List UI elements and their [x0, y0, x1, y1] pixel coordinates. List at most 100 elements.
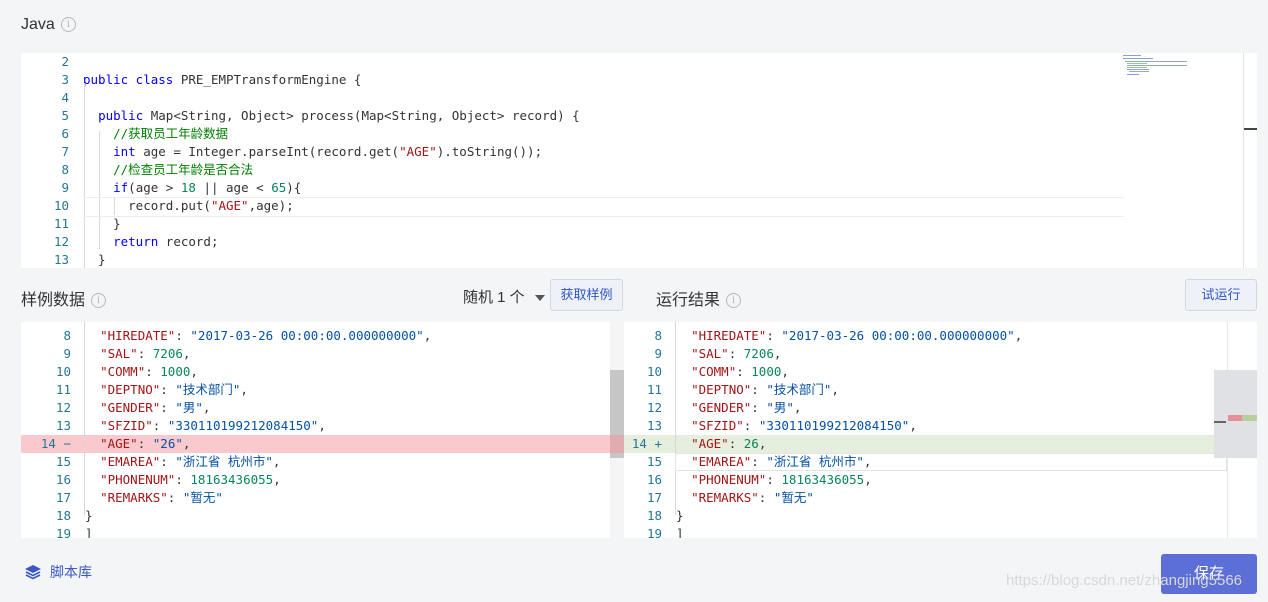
code-text: "HIREDATE": "2017-03-26 00:00:00.0000000… — [100, 328, 432, 343]
layers-icon — [24, 563, 42, 584]
code-text: "DEPTNO": "技术部门", — [691, 382, 839, 397]
diff-overview-added — [1242, 415, 1257, 421]
code-line: 7 int age = Integer.parseInt(record.get(… — [21, 143, 1257, 161]
code-editor[interactable]: 2 3 public class PRE_EMPTransformEngine {4… — [21, 53, 1257, 268]
line-number: 9 — [654, 346, 662, 361]
code-line: 13 "SFZID": "330110199212084150", — [21, 417, 624, 435]
indent-guide — [675, 322, 676, 515]
code-text: } — [83, 216, 121, 231]
editor-scrollbar[interactable] — [1243, 53, 1244, 268]
code-line: 13 } — [21, 251, 1257, 268]
code-text: "GENDER": "男", — [691, 400, 802, 415]
code-text: "AGE": 26, — [691, 436, 767, 451]
code-line: 9 "SAL": 7206, — [21, 345, 624, 363]
chevron-down-icon — [534, 295, 545, 302]
line-number: 17 — [646, 490, 662, 505]
result-editor[interactable]: 8 "HIREDATE": "2017-03-26 00:00:00.00000… — [624, 322, 1257, 538]
line-number: 3 — [61, 72, 69, 87]
code-text: public class PRE_EMPTransformEngine { — [83, 72, 362, 87]
current-line-box — [675, 453, 1227, 471]
line-number: 15 — [646, 454, 662, 469]
diff-overview[interactable] — [1214, 370, 1257, 458]
code-text: //获取员工年龄数据 — [113, 126, 229, 141]
code-text: "SAL": 7206, — [100, 346, 191, 361]
line-number: 7 — [61, 144, 69, 159]
code-line: 4 — [21, 89, 1257, 107]
fetch-sample-button[interactable]: 获取样例 — [550, 279, 623, 311]
code-line: 12 "GENDER": "男", — [21, 399, 624, 417]
line-number: 14 − — [40, 436, 71, 451]
code-text: "DEPTNO": "技术部门", — [100, 382, 248, 397]
line-number: 11 — [646, 382, 662, 397]
code-text: } — [85, 508, 93, 523]
line-number: 18 — [646, 508, 662, 523]
code-line: 5 public Map<String, Object> process(Map… — [21, 107, 1257, 125]
code-line: 18} — [21, 507, 624, 525]
diff-marker — [610, 435, 624, 453]
result-title-label: 运行结果 — [656, 292, 721, 309]
test-run-button[interactable]: 试运行 — [1185, 279, 1257, 311]
line-number: 4 — [61, 90, 69, 105]
indent-guide — [99, 131, 100, 249]
code-line: 10 "COMM": 1000, — [21, 363, 624, 381]
line-number: 16 — [646, 472, 662, 487]
line-number: 13 — [55, 418, 71, 433]
diff-overview-removed — [1228, 415, 1242, 421]
line-number: 9 — [61, 180, 69, 195]
sample-data-editor[interactable]: 8 "HIREDATE": "2017-03-26 00:00:00.00000… — [21, 322, 624, 538]
line-number: 14 + — [631, 436, 662, 451]
info-icon[interactable]: i — [60, 17, 76, 33]
code-line: 3 public class PRE_EMPTransformEngine { — [21, 71, 1257, 89]
line-number: 13 — [646, 418, 662, 433]
code-text: "SFZID": "330110199212084150", — [100, 418, 326, 433]
code-line: 6 //获取员工年龄数据 — [21, 125, 1257, 143]
script-library-link[interactable]: 脚本库 — [24, 562, 92, 584]
code-line: 8 "HIREDATE": "2017-03-26 00:00:00.00000… — [624, 327, 1257, 345]
code-text: "PHONENUM": 18163436055, — [100, 472, 281, 487]
info-icon[interactable]: i — [91, 293, 107, 309]
watermark: https://blog.csdn.net/zhangjing5566 — [1006, 572, 1243, 589]
code-text: return record; — [113, 234, 219, 249]
code-text: "GENDER": "男", — [100, 400, 211, 415]
result-title: 运行结果 i — [656, 286, 742, 310]
code-text: ] — [676, 526, 684, 538]
random-count-select[interactable]: 随机 1 个 — [463, 286, 545, 307]
code-line: 10 "COMM": 1000, — [624, 363, 1257, 381]
code-line: 16 "PHONENUM": 18163436055, — [21, 471, 624, 489]
editor-language-label: Java — [21, 16, 55, 33]
line-number: 12 — [646, 400, 662, 415]
code-line: 8 //检查员工年龄是否合法 — [21, 161, 1257, 179]
code-line: 16 "PHONENUM": 18163436055, — [624, 471, 1257, 489]
code-line: 12 "GENDER": "男", — [624, 399, 1257, 417]
line-number: 5 — [61, 108, 69, 123]
code-text: "SAL": 7206, — [691, 346, 782, 361]
diff-overview-marker — [1214, 421, 1226, 423]
line-number: 8 — [63, 328, 71, 343]
code-text: "COMM": 1000, — [691, 364, 789, 379]
code-text: "REMARKS": "暂无" — [691, 490, 814, 505]
line-number: 11 — [53, 216, 69, 231]
line-number: 10 — [53, 198, 69, 213]
indent-guide — [84, 83, 85, 268]
code-line: 12 return record; — [21, 233, 1257, 251]
line-number: 8 — [61, 162, 69, 177]
sample-title-label: 样例数据 — [21, 292, 86, 309]
code-line: 18} — [624, 507, 1257, 525]
code-text: "SFZID": "330110199212084150", — [691, 418, 917, 433]
line-number: 10 — [646, 364, 662, 379]
code-line: 13 "SFZID": "330110199212084150", — [624, 417, 1257, 435]
code-line: 11 } — [21, 215, 1257, 233]
code-line: 14 + "AGE": 26, — [624, 435, 1257, 453]
minimap[interactable] — [1121, 53, 1211, 93]
indent-guide — [84, 322, 85, 515]
code-text: } — [83, 252, 106, 267]
code-line: 15 "EMAREA": "浙江省 杭州市", — [21, 453, 624, 471]
info-icon[interactable]: i — [726, 293, 742, 309]
random-count-label: 随机 1 个 — [463, 289, 525, 306]
code-line: 8 "HIREDATE": "2017-03-26 00:00:00.00000… — [21, 327, 624, 345]
line-number: 19 — [55, 526, 71, 538]
code-line: 11 "DEPTNO": "技术部门", — [21, 381, 624, 399]
line-number: 17 — [55, 490, 71, 505]
code-text: if(age > 18 || age < 65){ — [113, 180, 302, 195]
overview-ruler-marker — [1244, 128, 1257, 130]
